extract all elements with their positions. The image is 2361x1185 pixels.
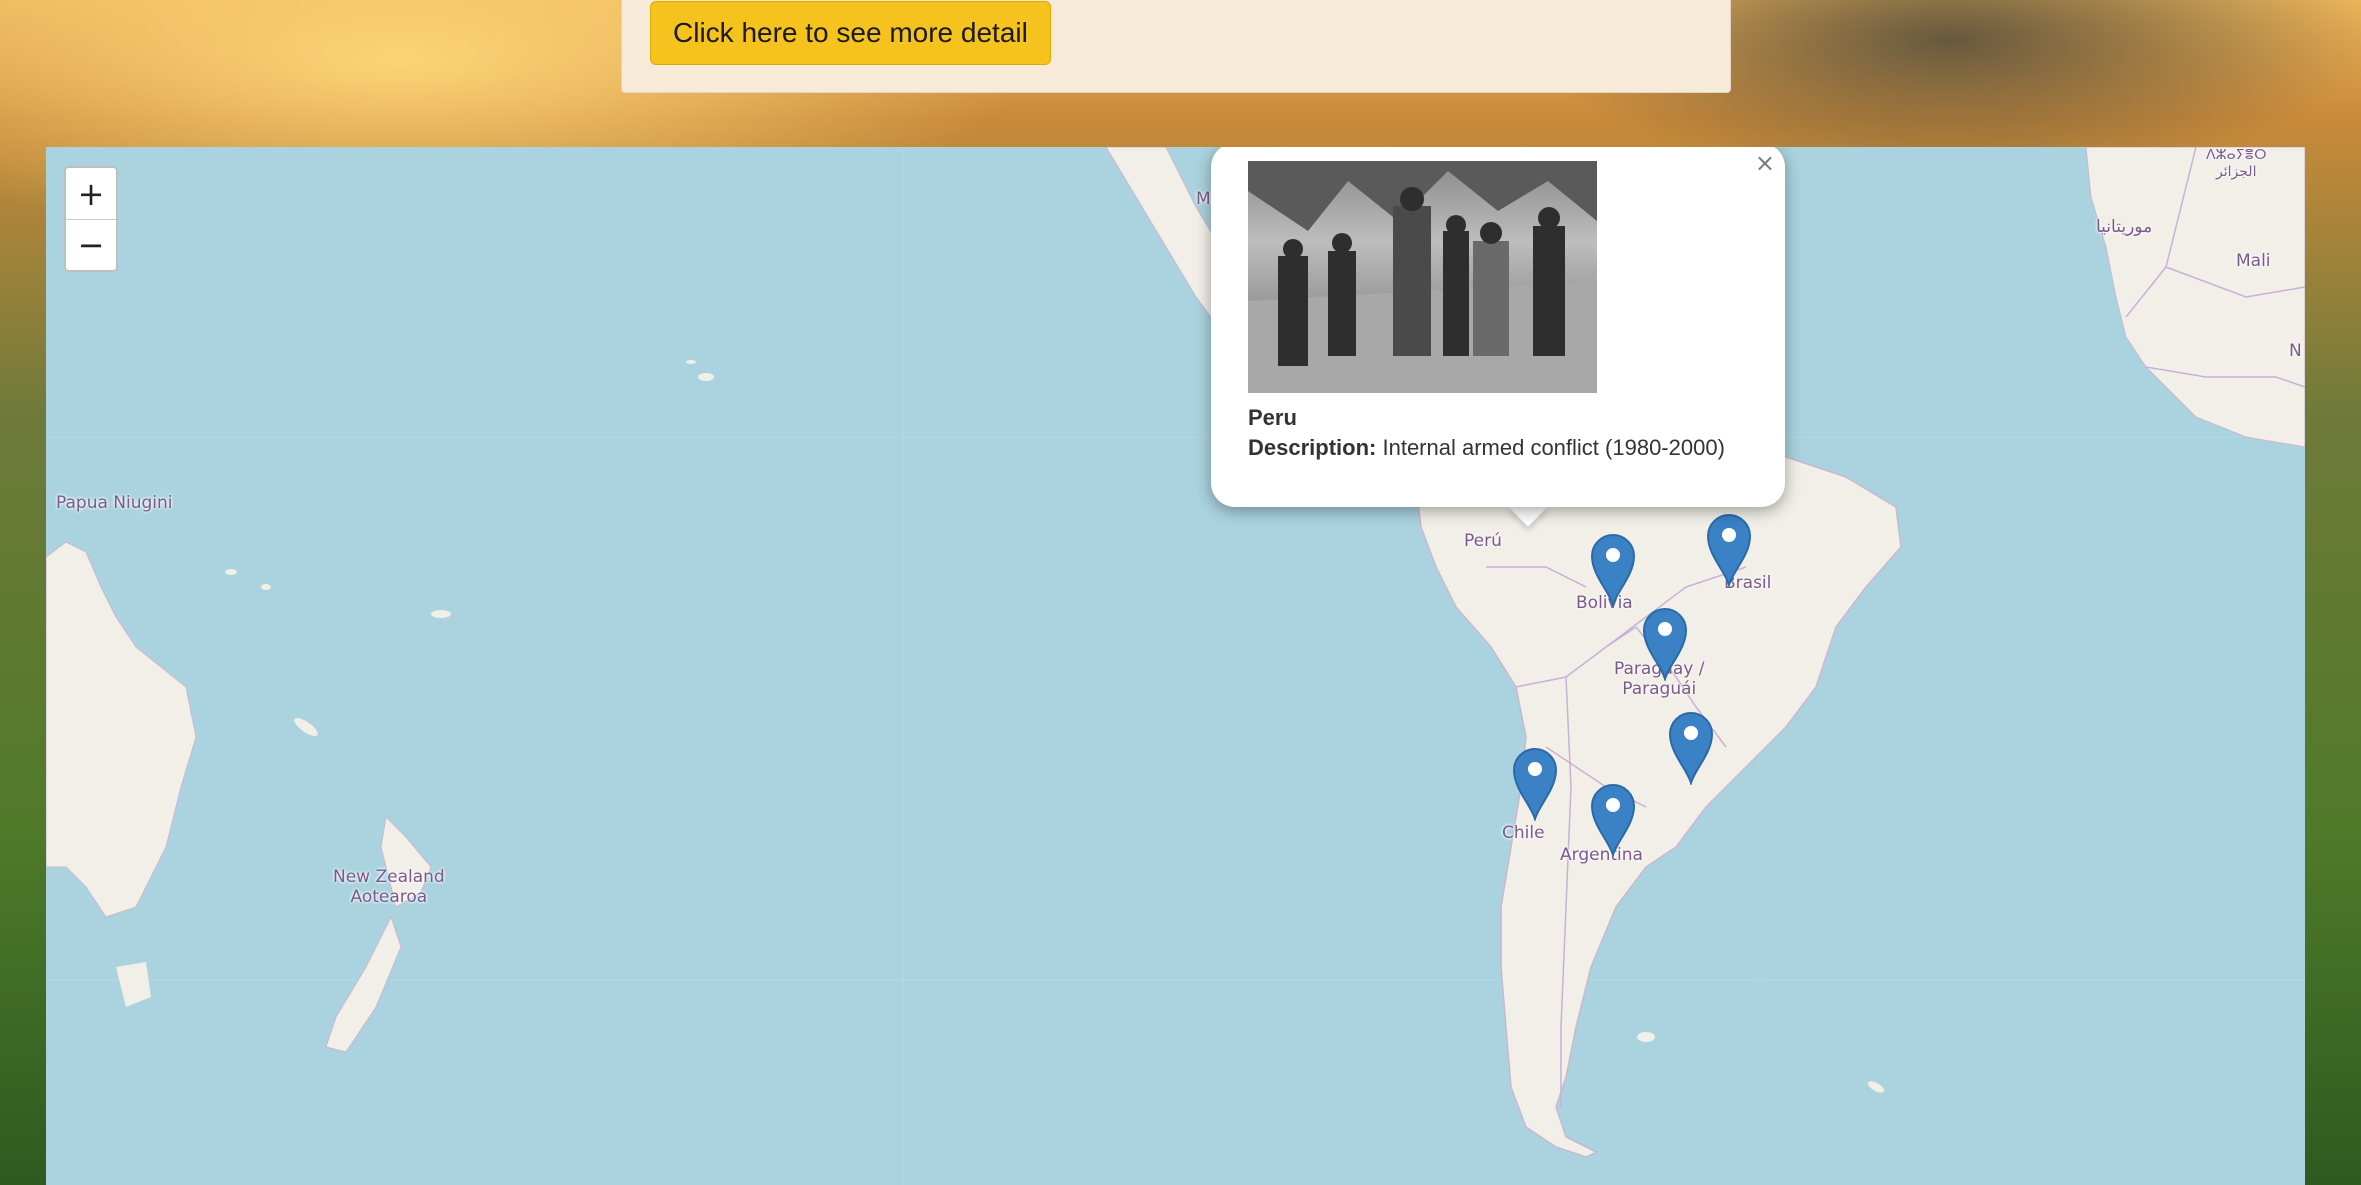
popup-description: Description: Internal armed conflict (19… xyxy=(1248,435,1725,461)
label-edge-m: M xyxy=(1196,189,1211,209)
map-marker-bolivia[interactable] xyxy=(1590,533,1636,609)
label-mauritania: موريتانيا xyxy=(2096,217,2153,237)
map-basemap xyxy=(46,147,2305,1185)
popup-photo xyxy=(1248,161,1597,393)
popup-description-label: Description: xyxy=(1248,435,1377,460)
label-new-zealand-line2: Aotearoa xyxy=(350,887,428,907)
label-mali: Mali xyxy=(2236,251,2271,271)
world-map[interactable]: Papua Niugini New Zealand Aotearoa Perú … xyxy=(46,147,2305,1185)
hero-card: Click here to see more detail xyxy=(621,0,1731,93)
label-new-zealand-line1: New Zealand xyxy=(333,867,445,887)
zoom-out-button[interactable]: − xyxy=(66,219,116,270)
label-peru: Perú xyxy=(1464,531,1502,551)
label-algeria: ⴷⵣⴰⵢⴻⵔ الجزائر xyxy=(2206,147,2267,181)
label-new-zealand: New Zealand Aotearoa xyxy=(333,867,445,907)
map-marker-brasil[interactable] xyxy=(1706,513,1752,589)
map-marker-chile[interactable] xyxy=(1512,747,1558,823)
zoom-in-button[interactable]: + xyxy=(66,168,116,219)
map-marker-argentina[interactable] xyxy=(1590,783,1636,859)
map-marker-uruguay[interactable] xyxy=(1668,711,1714,787)
label-paraguay-line2: Paraguái xyxy=(1622,679,1697,699)
map-pin-icon xyxy=(1668,712,1714,787)
popup-title: Peru xyxy=(1248,405,1297,430)
label-chile: Chile xyxy=(1502,823,1545,843)
photo-image xyxy=(1248,161,1597,393)
map-pin-icon xyxy=(1590,534,1636,609)
map-marker-paraguay[interactable] xyxy=(1642,607,1688,683)
zoom-control: + − xyxy=(64,166,118,272)
label-algeria-line2: الجزائر xyxy=(2216,164,2257,180)
map-pin-icon xyxy=(1512,748,1558,823)
label-papua-new-guinea: Papua Niugini xyxy=(56,493,173,513)
map-pin-icon xyxy=(1590,784,1636,859)
label-edge-n: N xyxy=(2289,341,2302,361)
map-pin-icon xyxy=(1642,608,1688,683)
map-pin-icon xyxy=(1706,514,1752,589)
close-icon[interactable]: × xyxy=(1755,151,1775,175)
marker-popup: × Peru Description: Internal armed confl… xyxy=(1211,147,1785,507)
popup-description-value: Internal armed conflict (1980-2000) xyxy=(1382,435,1725,460)
see-more-detail-button[interactable]: Click here to see more detail xyxy=(650,1,1051,65)
label-algeria-line1: ⴷⵣⴰⵢⴻⵔ xyxy=(2206,147,2267,163)
